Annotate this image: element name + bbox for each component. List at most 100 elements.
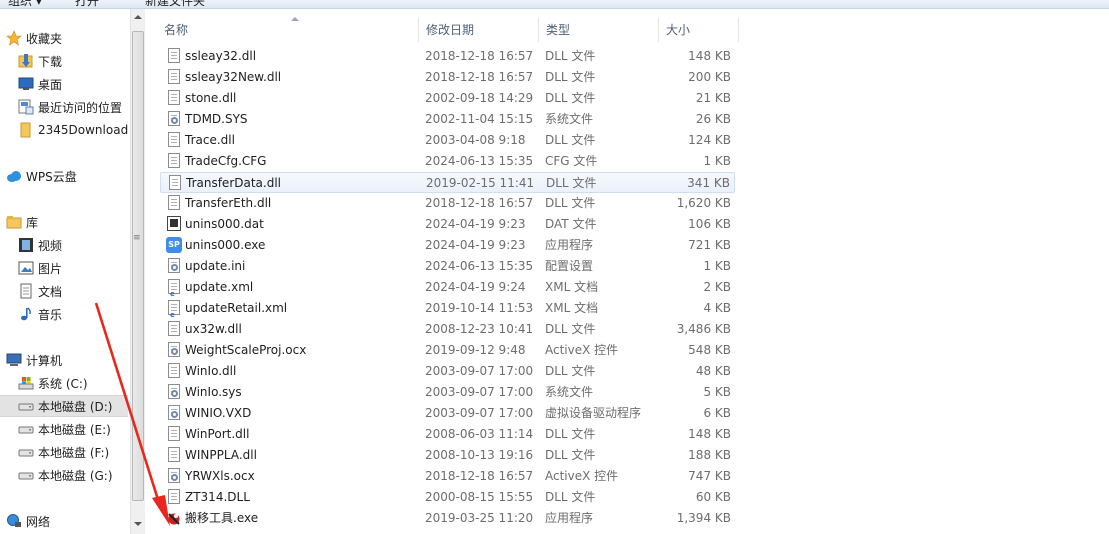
organize-button[interactable]: 组织 ▾ xyxy=(8,0,42,8)
network-icon xyxy=(6,513,22,529)
file-name: WinIo.dll xyxy=(185,364,237,378)
nav-desktop[interactable]: 桌面 xyxy=(0,73,128,95)
file-row[interactable]: WinIo.sys 2003-09-07 17:00 系统文件 5 KB xyxy=(160,382,735,403)
file-row[interactable]: TradeCfg.CFG 2024-06-13 15:35 CFG 文件 1 KB xyxy=(160,151,735,172)
file-size: 200 KB xyxy=(688,70,731,84)
drive-icon xyxy=(18,444,34,460)
file-row[interactable]: ux32w.dll 2008-12-23 10:41 DLL 文件 3,486 KB xyxy=(160,319,735,340)
column-type-header[interactable]: 类型 xyxy=(539,18,659,42)
nav-pictures[interactable]: 图片 xyxy=(0,257,128,279)
file-size: 721 KB xyxy=(688,238,731,252)
nav-recent-places[interactable]: 最近访问的位置 xyxy=(0,96,128,118)
file-row[interactable]: TransferData.dll 2019-02-15 11:41 DLL 文件 34… xyxy=(160,172,735,193)
nav-downloads[interactable]: 下载 xyxy=(0,50,128,72)
file-row[interactable]: WINPPLA.dll 2008-10-13 19:16 DLL 文件 188 KB xyxy=(160,445,735,466)
file-name: TDMD.SYS xyxy=(185,112,248,126)
file-row[interactable]: update.ini 2024-06-13 15:35 配置设置 1 KB xyxy=(160,256,735,277)
column-date-header[interactable]: 修改日期 xyxy=(419,18,539,42)
file-row[interactable]: WinPort.dll 2008-06-03 11:14 DLL 文件 148 KB xyxy=(160,424,735,445)
file-row[interactable]: e update.xml 2024-04-19 9:24 XML 文档 2 KB xyxy=(160,277,735,298)
file-size: 1,620 KB xyxy=(676,196,731,210)
star-icon xyxy=(6,30,22,46)
nav-music[interactable]: 音乐 xyxy=(0,303,128,325)
nav-favorites[interactable]: 收藏夹 xyxy=(0,27,128,49)
download-folder-icon xyxy=(18,53,34,69)
column-name-header[interactable]: 名称 xyxy=(157,17,419,42)
file-type: CFG 文件 xyxy=(545,154,598,168)
file-row[interactable]: YRWXls.ocx 2018-12-18 16:57 ActiveX 控件 747 … xyxy=(160,466,735,487)
system-drive-icon xyxy=(18,375,34,391)
file-type: XML 文档 xyxy=(545,280,599,294)
nav-computer[interactable]: 计算机 xyxy=(0,349,128,371)
file-row[interactable]: TDMD.SYS 2002-11-04 15:15 系统文件 26 KB xyxy=(160,109,735,130)
file-date: 2024-04-19 9:24 xyxy=(425,280,526,294)
nav-drive-d[interactable]: 本地磁盘 (D:) xyxy=(0,395,128,417)
nav-label: 本地磁盘 (E:) xyxy=(38,422,111,437)
nav-documents[interactable]: 文档 xyxy=(0,280,128,302)
file-row[interactable]: ZT314.DLL 2000-08-15 15:55 DLL 文件 60 KB xyxy=(160,487,735,508)
file-row[interactable]: ssleay32New.dll 2018-12-18 16:57 DLL 文件 200… xyxy=(160,67,735,88)
file-date: 2019-02-15 11:41 xyxy=(426,176,535,190)
file-name: WINIO.VXD xyxy=(185,406,252,420)
drive-icon xyxy=(18,398,34,414)
file-row[interactable]: WeightScaleProj.ocx 2019-09-12 9:48 Active… xyxy=(160,340,735,361)
file-size: 5 KB xyxy=(703,385,731,399)
file-date: 2003-09-07 17:00 xyxy=(425,385,534,399)
file-type: DLL 文件 xyxy=(545,70,596,84)
scroll-down-arrow-icon[interactable] xyxy=(134,522,142,526)
nav-label: 网络 xyxy=(26,514,51,529)
file-size: 148 KB xyxy=(688,49,731,63)
file-row[interactable]: 搬移工具.exe 2019-03-25 11:20 应用程序 1,394 KB xyxy=(160,508,735,529)
nav-network[interactable]: 网络 xyxy=(0,510,128,532)
music-icon xyxy=(18,306,34,322)
column-header: 名称 修改日期 类型 大小 xyxy=(150,17,1109,42)
file-row[interactable]: WINIO.VXD 2003-09-07 17:00 虚拟设备驱动程序 6 KB xyxy=(160,403,735,424)
open-button[interactable]: 打开 xyxy=(75,0,99,8)
file-row[interactable]: ssleay32.dll 2018-12-18 16:57 DLL 文件 148 KB xyxy=(160,46,735,67)
column-size-header[interactable]: 大小 xyxy=(659,18,739,42)
scrollbar-thumb[interactable] xyxy=(132,31,144,501)
file-row[interactable]: unins000.dat 2024-04-19 9:23 DAT 文件 106 KB xyxy=(160,214,735,235)
file-size: 2 KB xyxy=(703,280,731,294)
file-name: WinIo.sys xyxy=(185,385,242,399)
file-type: DLL 文件 xyxy=(545,196,596,210)
file-name: ssleay32New.dll xyxy=(185,70,282,84)
file-icon xyxy=(166,489,182,505)
file-type: 系统文件 xyxy=(545,385,594,399)
file-row[interactable]: SP unins000.exe 2024-04-19 9:23 应用程序 721 KB xyxy=(160,235,735,256)
nav-drive-c[interactable]: 系统 (C:) xyxy=(0,372,128,394)
file-date: 2002-09-18 14:29 xyxy=(425,91,534,105)
file-type: 应用程序 xyxy=(545,511,594,525)
scroll-grip-icon: ≡ xyxy=(133,233,141,243)
nav-label: 文档 xyxy=(38,284,63,299)
drive-icon xyxy=(18,421,34,437)
file-row[interactable]: stone.dll 2002-09-18 14:29 DLL 文件 21 KB xyxy=(160,88,735,109)
nav-wps-cloud[interactable]: WPS云盘 xyxy=(0,165,128,187)
nav-videos[interactable]: 视频 xyxy=(0,234,128,256)
file-icon xyxy=(166,195,182,211)
nav-label: 本地磁盘 (F:) xyxy=(38,445,110,460)
file-row[interactable]: WinIo.dll 2003-09-07 17:00 DLL 文件 48 KB xyxy=(160,361,735,382)
file-type: DLL 文件 xyxy=(545,91,596,105)
nav-drive-e[interactable]: 本地磁盘 (E:) xyxy=(0,418,128,440)
file-type: DLL 文件 xyxy=(545,364,596,378)
new-folder-button[interactable]: 新建文件夹 xyxy=(145,0,205,8)
nav-drive-f[interactable]: 本地磁盘 (F:) xyxy=(0,441,128,463)
nav-2345downloads[interactable]: 2345Downloads xyxy=(0,119,128,141)
file-icon xyxy=(166,90,182,106)
command-bar: 组织 ▾ 打开 新建文件夹 xyxy=(0,0,1109,9)
file-date: 2018-12-18 16:57 xyxy=(425,49,534,63)
file-date: 2008-10-13 19:16 xyxy=(425,448,534,462)
nav-libraries[interactable]: 库 xyxy=(0,211,128,233)
file-row[interactable]: Trace.dll 2003-04-08 9:18 DLL 文件 124 KB xyxy=(160,130,735,151)
file-row[interactable]: TransferEth.dll 2018-12-18 16:57 DLL 文件 1,6… xyxy=(160,193,735,214)
nav-drive-g[interactable]: 本地磁盘 (G:) xyxy=(0,464,128,486)
navigation-scrollbar[interactable]: ≡ xyxy=(130,9,145,534)
file-type: DLL 文件 xyxy=(545,49,596,63)
file-size: 148 KB xyxy=(688,427,731,441)
file-row[interactable]: e updateRetail.xml 2019-10-14 11:53 XML 文档 4… xyxy=(160,298,735,319)
file-icon xyxy=(166,342,182,358)
file-date: 2002-11-04 15:15 xyxy=(425,112,534,126)
file-size: 188 KB xyxy=(688,448,731,462)
scroll-up-arrow-icon[interactable] xyxy=(134,15,142,19)
